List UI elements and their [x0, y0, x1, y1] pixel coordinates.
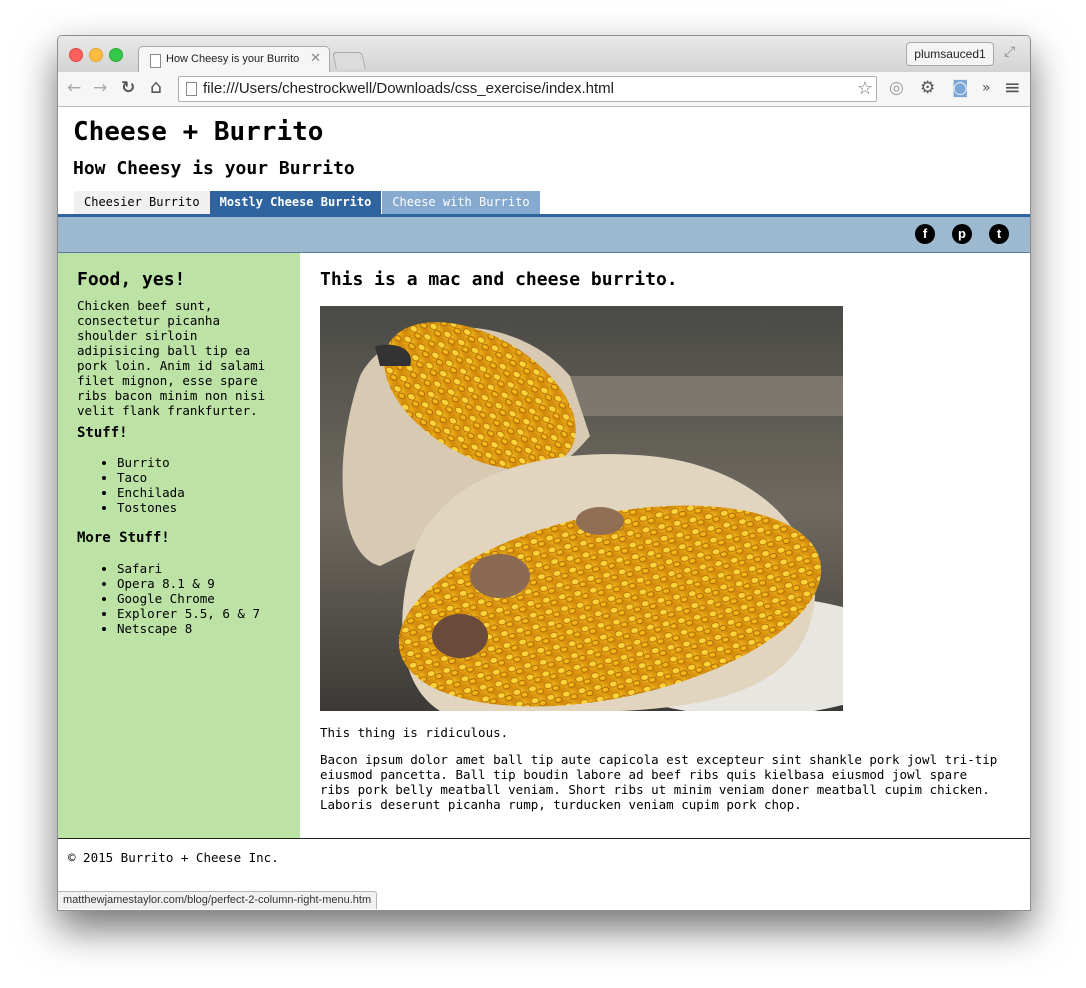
gear-icon[interactable]: ⚙: [920, 78, 935, 98]
url-input[interactable]: [203, 79, 843, 97]
more-stuff-heading: More Stuff!: [77, 530, 170, 546]
extension-icon[interactable]: ◎: [889, 78, 904, 98]
address-bar[interactable]: ☆: [178, 76, 877, 102]
reload-icon[interactable]: ↻: [121, 78, 135, 98]
more-stuff-list: Safari Opera 8.1 & 9 Google Chrome Explo…: [117, 561, 260, 636]
profile-button[interactable]: plumsauced1: [906, 42, 994, 66]
main-heading: This is a mac and cheese burrito.: [320, 269, 678, 290]
list-item: Enchilada: [117, 485, 185, 500]
list-item: Taco: [117, 470, 185, 485]
footer-divider: [58, 838, 1030, 839]
photo-caption: This thing is ridiculous.: [320, 725, 509, 740]
forward-arrow-icon[interactable]: →: [93, 78, 107, 98]
page-icon: [150, 54, 161, 68]
camera-icon[interactable]: ◙: [952, 78, 969, 98]
facebook-icon[interactable]: f: [915, 224, 935, 244]
list-item: Safari: [117, 561, 260, 576]
list-item: Google Chrome: [117, 591, 260, 606]
tab-title: How Cheesy is your Burrito: [166, 53, 300, 65]
window-minimize-button[interactable]: [89, 48, 103, 62]
site-title: Cheese + Burrito: [73, 117, 324, 147]
pinterest-icon[interactable]: p: [952, 224, 972, 244]
back-arrow-icon[interactable]: ←: [67, 78, 81, 98]
sidebar-text: Chicken beef sunt, consectetur picanha s…: [77, 298, 266, 418]
status-bar-url: matthewjamestaylor.com/blog/perfect-2-co…: [58, 891, 378, 909]
twitter-icon[interactable]: t: [989, 224, 1009, 244]
web-page: Cheese + Burrito How Cheesy is your Burr…: [58, 107, 1030, 910]
sidebar: Food, yes! Chicken beef sunt, consectetu…: [58, 253, 300, 838]
hamburger-menu-icon[interactable]: ≡: [1004, 75, 1021, 99]
fullscreen-icon[interactable]: ⤢: [1004, 44, 1015, 60]
list-item: Explorer 5.5, 6 & 7: [117, 606, 260, 621]
tab-cheese-with-burrito[interactable]: Cheese with Burrito: [382, 191, 540, 214]
stuff-heading: Stuff!: [77, 425, 128, 441]
list-item: Tostones: [117, 500, 185, 515]
chevron-overflow-icon[interactable]: »: [982, 80, 991, 96]
window-close-button[interactable]: [69, 48, 83, 62]
tab-mostly-cheese-burrito[interactable]: Mostly Cheese Burrito: [209, 191, 382, 214]
home-icon[interactable]: ⌂: [150, 76, 162, 98]
sidebar-heading: Food, yes!: [77, 269, 186, 290]
bookmark-star-icon[interactable]: ☆: [857, 78, 873, 99]
list-item: Netscape 8: [117, 621, 260, 636]
site-nav-tabs: Cheesier Burrito Mostly Cheese Burrito C…: [74, 191, 540, 214]
new-tab-button[interactable]: [332, 52, 366, 69]
footer-text: © 2015 Burrito + Cheese Inc.: [68, 850, 279, 865]
tab-strip: How Cheesy is your Burrito ✕ plumsauced1…: [58, 36, 1030, 73]
window-zoom-button[interactable]: [109, 48, 123, 62]
page-icon: [186, 82, 197, 96]
browser-tab[interactable]: How Cheesy is your Burrito ✕: [138, 46, 330, 73]
tab-close-icon[interactable]: ✕: [310, 51, 321, 66]
burrito-photo: [320, 306, 843, 711]
browser-toolbar: ← → ↻ ⌂ ☆ ◎ ⚙ ◙ » ≡: [58, 72, 1030, 107]
list-item: Opera 8.1 & 9: [117, 576, 260, 591]
tab-cheesier-burrito[interactable]: Cheesier Burrito: [74, 191, 210, 214]
main-paragraph: Bacon ipsum dolor amet ball tip aute cap…: [320, 752, 998, 812]
social-bar: f p t: [58, 217, 1030, 253]
list-item: Burrito: [117, 455, 185, 470]
site-subtitle: How Cheesy is your Burrito: [73, 158, 355, 179]
stuff-list: Burrito Taco Enchilada Tostones: [117, 455, 185, 515]
browser-window: How Cheesy is your Burrito ✕ plumsauced1…: [57, 35, 1031, 911]
